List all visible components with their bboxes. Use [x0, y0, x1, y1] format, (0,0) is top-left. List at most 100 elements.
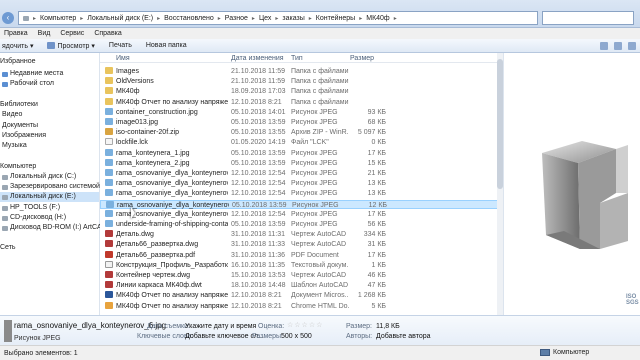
preview-pane-icon[interactable] [614, 42, 622, 50]
drive-icon [2, 194, 8, 200]
column-size[interactable]: Размер [350, 55, 374, 62]
view-options-icon[interactable] [600, 42, 608, 50]
menu-bar: Правка Вид Сервис Справка [0, 28, 640, 39]
rating-stars[interactable]: ☆☆☆☆☆ [287, 321, 323, 329]
file-row[interactable]: rama_konteynera_1.jpg 05.10.2018 13:59 Рис… [100, 148, 500, 158]
file-row[interactable]: rama_osnovaniye_dlya_konteynerov_2.jpg12… [100, 169, 500, 178]
nav-network[interactable]: Сеть [0, 243, 16, 253]
nav-documents[interactable]: Документы [2, 121, 38, 131]
file-type: Рисунок JPEG [291, 180, 338, 188]
file-type: Рисунок JPEG [291, 119, 338, 126]
file-name: МК40ф Отчет по анализу напряжений ... [116, 302, 228, 310]
file-name: Конструкция_Профиль_Разработка.log [116, 261, 228, 269]
breadcrumb[interactable]: ▸ Компьютер ▸ Локальный диск (E:) ▸ Восс… [18, 11, 538, 25]
preview-icon [47, 42, 56, 49]
print-button[interactable]: Печать [109, 42, 132, 49]
breadcrumb-item[interactable]: Цех [259, 15, 271, 22]
navigation-pane: Избранное Недавние места Рабочий стол Би… [0, 53, 125, 315]
file-row[interactable]: image013.jpg 05.10.2018 13:59 Рисунок JPEG… [100, 118, 500, 127]
nav-pictures[interactable]: Изображения [2, 131, 46, 141]
file-row[interactable]: OldVersions 21.10.2018 11:59 Папка с файла… [100, 77, 500, 86]
file-size: 31 КБ [367, 241, 386, 249]
breadcrumb-item[interactable]: Восстановлено [164, 15, 214, 22]
menu-help[interactable]: Справка [94, 30, 121, 37]
file-type: Папка с файлами [291, 88, 349, 96]
file-row[interactable]: Images 21.10.2018 11:59 Папка с файлами [100, 67, 500, 76]
file-type: Рисунок JPEG [292, 201, 339, 209]
nav-drive-f[interactable]: HP_TOOLS (F:) [2, 203, 60, 213]
nav-libraries[interactable]: Библиотеки [0, 100, 38, 110]
nav-favorites[interactable]: Избранное [0, 57, 35, 67]
nav-label: Библиотеки [0, 101, 38, 108]
menu-tools[interactable]: Сервис [60, 30, 84, 37]
nav-label: CD-дисковод (H:) [10, 214, 67, 221]
menu-edit[interactable]: Правка [4, 30, 28, 37]
file-row[interactable]: rama_osnovaniye_dlya_konteynerov_5.jpg12… [100, 189, 500, 198]
file-row[interactable]: МК40ф Отчет по анализу напряжений ...12.… [100, 97, 500, 107]
breadcrumb-item[interactable]: Локальный диск (E:) [87, 15, 153, 22]
nav-label: Зарезервировано системой (D:) [10, 183, 114, 190]
nav-drive-d[interactable]: Зарезервировано системой (D:) [2, 182, 113, 192]
file-row[interactable]: Линии каркаса МК40ф.dwt 18.10.2018 14:48 Ш… [100, 281, 500, 290]
file-row[interactable]: rama_osnovaniye_dlya_konteynerov_9.jpg12… [100, 209, 500, 219]
help-icon[interactable] [628, 42, 636, 50]
file-row[interactable]: container_construction.jpg 05.10.2018 14:… [100, 107, 500, 117]
bd-drive-icon [2, 225, 8, 231]
file-size: 1 КБ [371, 261, 386, 269]
authors-value[interactable]: Добавьте автора [376, 333, 431, 340]
breadcrumb-separator: ▸ [217, 15, 221, 22]
file-row[interactable]: Деталь66_развертка.dwg 31.10.2018 11:33 Че… [100, 240, 500, 249]
file-size: 12 КБ [368, 201, 387, 209]
column-header-row: Имя Дата изменения Тип Размер [100, 53, 500, 63]
file-date: 21.10.2018 11:59 [231, 78, 285, 86]
nav-desktop[interactable]: Рабочий стол [2, 79, 54, 89]
date-taken-value[interactable]: Укажите дату и время [185, 323, 256, 330]
nav-drive-c[interactable]: Локальный диск (C:) [2, 172, 76, 182]
breadcrumb-separator: ▸ [33, 15, 37, 22]
file-row[interactable]: МК40ф Отчет по анализу напряжений ...12.… [100, 291, 500, 300]
new-folder-button[interactable]: Новая папка [146, 42, 187, 49]
file-row[interactable]: underside-framing-of-shipping-containe..… [100, 220, 500, 229]
file-row[interactable]: Конструкция_Профиль_Разработка.log16.10.… [100, 260, 500, 270]
file-name: Контейнер чертеж.dwg [116, 272, 191, 279]
column-date[interactable]: Дата изменения [231, 55, 284, 62]
file-row[interactable]: Деталь66_развертка.pdf 31.10.2018 11:36 PD… [100, 250, 500, 260]
nav-computer[interactable]: Компьютер [0, 162, 36, 172]
nav-music[interactable]: Музыка [2, 141, 27, 151]
file-row[interactable]: Деталь.dwg 31.10.2018 11:31 Чертеж AutoCAD… [100, 230, 500, 239]
menu-view[interactable]: Вид [38, 30, 51, 37]
breadcrumb-item[interactable]: Разное [225, 15, 248, 22]
nav-recent-places[interactable]: Недавние места [2, 69, 63, 79]
search-input[interactable] [542, 11, 634, 25]
file-row[interactable]: rama_osnovaniye_dlya_konteynerov_6.jpg05… [100, 199, 500, 209]
file-row[interactable]: rama_konteynera_2.jpg 05.10.2018 13:59 Рис… [100, 158, 500, 168]
nav-label: Изображения [2, 132, 46, 139]
file-row[interactable]: iso-container-20f.zip 05.10.2018 13:55 Арх… [100, 128, 500, 137]
breadcrumb-item[interactable]: МК40ф [366, 15, 389, 22]
file-name: rama_konteynera_1.jpg [116, 149, 190, 157]
file-type: Рисунок JPEG [291, 210, 338, 218]
file-date: 12.10.2018 12:54 [231, 210, 286, 218]
file-name: Images [116, 68, 139, 75]
file-row[interactable]: lockfile.lck 01.05.2020 14:19 Файл "LCK" 0 … [100, 138, 500, 147]
file-size: 5 КБ [371, 302, 386, 310]
file-type: Рисунок JPEG [291, 159, 338, 167]
file-type: Рисунок JPEG [291, 149, 338, 157]
nav-drive-h[interactable]: CD-дисковод (H:) [2, 213, 66, 223]
breadcrumb-item[interactable]: Контейнеры [316, 15, 355, 22]
column-type[interactable]: Тип [291, 55, 303, 62]
file-row[interactable]: МК40ф Отчет по анализу напряжений ...12.… [100, 301, 500, 311]
organize-button[interactable]: ядочить ▾ [2, 42, 33, 50]
column-name[interactable]: Имя [116, 55, 130, 62]
breadcrumb-item[interactable]: заказы [282, 15, 304, 22]
file-row[interactable]: МК40ф 18.09.2018 17:03 Папка с файлами [100, 87, 500, 96]
nav-label: Локальный диск (C:) [10, 173, 77, 180]
preview-button[interactable]: Просмотр ▾ [47, 42, 95, 50]
back-icon[interactable]: ‹ [2, 12, 14, 24]
file-row[interactable]: Контейнер чертеж.dwg 15.10.2018 13:53 Черт… [100, 271, 500, 280]
image-icon [105, 148, 113, 156]
file-row[interactable]: rama_osnovaniye_dlya_konteynerov_3.jpg12… [100, 179, 500, 188]
nav-drive-e[interactable]: Локальный диск (E:) [0, 192, 99, 202]
breadcrumb-item[interactable]: Компьютер [40, 15, 76, 22]
nav-video[interactable]: Видео [2, 110, 22, 120]
